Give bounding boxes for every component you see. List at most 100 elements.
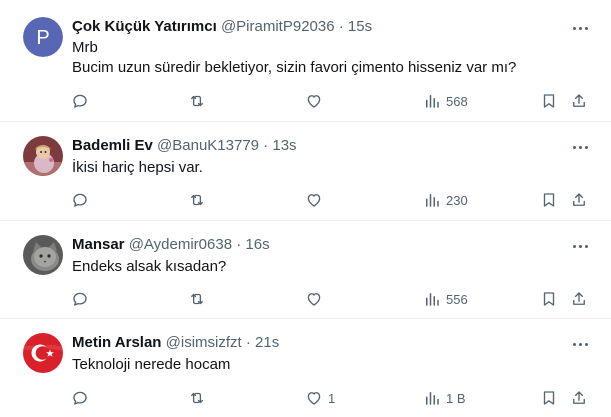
share-icon xyxy=(573,391,585,404)
user-handle[interactable]: @Aydemir0638 xyxy=(129,236,232,253)
more-button[interactable] xyxy=(569,335,591,353)
share-button[interactable] xyxy=(570,190,588,210)
like-button[interactable] xyxy=(305,190,323,210)
views-icon xyxy=(426,95,439,108)
tweet-feed: P Çok Küçük Yatırımcı @PiramitP92036 · 1… xyxy=(0,0,611,417)
reply-icon xyxy=(73,292,87,306)
retweet-button[interactable] xyxy=(188,289,206,309)
tweet-text-line: Mrb xyxy=(72,39,98,56)
share-button[interactable] xyxy=(570,289,588,309)
more-button[interactable] xyxy=(569,237,591,255)
reply-button[interactable] xyxy=(71,388,89,408)
reply-icon xyxy=(73,94,87,108)
timestamp[interactable]: 16s xyxy=(245,236,269,253)
tweet-text-line: İkisi hariç hepsi var. xyxy=(72,159,203,176)
separator: · xyxy=(245,334,251,351)
tweet-text: İkisi hariç hepsi var. xyxy=(72,158,203,178)
tweet-text-line: Teknoloji nerede hocam xyxy=(72,356,231,373)
tweet[interactable]: Metin Arslan @isimsizfzt · 21s Teknoloji… xyxy=(0,319,611,417)
avatar-letter: P xyxy=(36,27,49,49)
like-button[interactable]: 1 xyxy=(305,388,335,408)
cat-photo-icon xyxy=(23,235,63,275)
views-icon xyxy=(426,392,439,405)
tweet-actions: 1 1 B xyxy=(0,388,611,408)
views-button[interactable]: 568 xyxy=(423,91,468,111)
views-count: 230 xyxy=(446,192,468,208)
reply-icon xyxy=(73,391,87,405)
user-handle[interactable]: @PiramitP92036 xyxy=(221,18,335,35)
heart-icon xyxy=(307,392,321,405)
tweet-text: Teknoloji nerede hocam xyxy=(72,355,230,375)
more-icon xyxy=(572,145,576,149)
bookmark-icon xyxy=(543,292,555,306)
likes-count: 1 xyxy=(328,390,336,406)
turkish-flag-icon xyxy=(23,333,63,373)
tweet-header: Çok Küçük Yatırımcı @PiramitP92036 · 15s xyxy=(72,18,372,36)
bookmark-button[interactable] xyxy=(540,388,558,408)
reply-button[interactable] xyxy=(71,190,89,210)
user-handle[interactable]: @BanuK13779 xyxy=(157,137,259,154)
more-icon xyxy=(572,342,576,346)
tweet-actions: 556 xyxy=(0,289,611,309)
views-count: 1 B xyxy=(446,390,466,406)
more-button[interactable] xyxy=(569,19,591,37)
tweet-text: Mrb Bucim uzun süredir bekletiyor, sizin… xyxy=(72,38,516,78)
more-button[interactable] xyxy=(569,138,591,156)
reply-icon xyxy=(73,193,87,207)
timestamp[interactable]: 21s xyxy=(255,334,279,351)
heart-icon xyxy=(307,95,321,108)
views-button[interactable]: 1 B xyxy=(423,388,466,408)
timestamp[interactable]: 13s xyxy=(272,137,296,154)
avatar[interactable]: P xyxy=(23,17,63,57)
separator: · xyxy=(263,137,269,154)
views-count: 556 xyxy=(446,291,468,307)
user-handle[interactable]: @isimsizfzt xyxy=(166,334,242,351)
reply-button[interactable] xyxy=(71,91,89,111)
views-button[interactable]: 556 xyxy=(423,289,468,309)
retweet-icon xyxy=(191,194,203,206)
views-icon xyxy=(426,293,439,306)
separator: · xyxy=(236,236,242,253)
like-button[interactable] xyxy=(305,91,323,111)
display-name[interactable]: Mansar xyxy=(72,236,125,253)
tweet[interactable]: Bademli Ev @BanuK13779 · 13s İkisi hariç… xyxy=(0,122,611,221)
display-name[interactable]: Bademli Ev xyxy=(72,137,153,154)
display-name[interactable]: Metin Arslan xyxy=(72,334,161,351)
bookmark-button[interactable] xyxy=(540,289,558,309)
bookmark-button[interactable] xyxy=(540,190,558,210)
tweet-header: Mansar @Aydemir0638 · 16s xyxy=(72,236,270,254)
share-button[interactable] xyxy=(570,91,588,111)
share-icon xyxy=(573,94,585,107)
retweet-icon xyxy=(191,95,203,107)
share-icon xyxy=(573,193,585,206)
share-button[interactable] xyxy=(570,388,588,408)
like-button[interactable] xyxy=(305,289,323,309)
display-name[interactable]: Çok Küçük Yatırımcı xyxy=(72,18,217,35)
views-count: 568 xyxy=(446,93,468,109)
doll-photo-icon xyxy=(23,136,63,176)
avatar[interactable] xyxy=(23,333,63,373)
tweet-text-line: Endeks alsak kısadan? xyxy=(72,258,227,275)
bookmark-button[interactable] xyxy=(540,91,558,111)
tweet[interactable]: P Çok Küçük Yatırımcı @PiramitP92036 · 1… xyxy=(0,0,611,122)
views-button[interactable]: 230 xyxy=(423,190,468,210)
tweet-header: Metin Arslan @isimsizfzt · 21s xyxy=(72,334,279,352)
bookmark-icon xyxy=(543,94,555,108)
tweet-header: Bademli Ev @BanuK13779 · 13s xyxy=(72,137,297,155)
tweet-actions: 568 xyxy=(0,91,611,111)
timestamp[interactable]: 15s xyxy=(348,18,372,35)
tweet-text-line: Bucim uzun süredir bekletiyor, sizin fav… xyxy=(72,59,517,76)
more-icon xyxy=(572,244,576,248)
retweet-button[interactable] xyxy=(188,91,206,111)
retweet-icon xyxy=(191,392,203,404)
retweet-button[interactable] xyxy=(188,388,206,408)
avatar[interactable] xyxy=(23,235,63,275)
avatar[interactable] xyxy=(23,136,63,176)
reply-button[interactable] xyxy=(71,289,89,309)
heart-icon xyxy=(307,293,321,306)
retweet-button[interactable] xyxy=(188,190,206,210)
tweet[interactable]: Mansar @Aydemir0638 · 16s Endeks alsak k… xyxy=(0,221,611,319)
more-icon xyxy=(572,26,576,30)
retweet-icon xyxy=(191,293,203,305)
tweet-actions: 230 xyxy=(0,190,611,210)
